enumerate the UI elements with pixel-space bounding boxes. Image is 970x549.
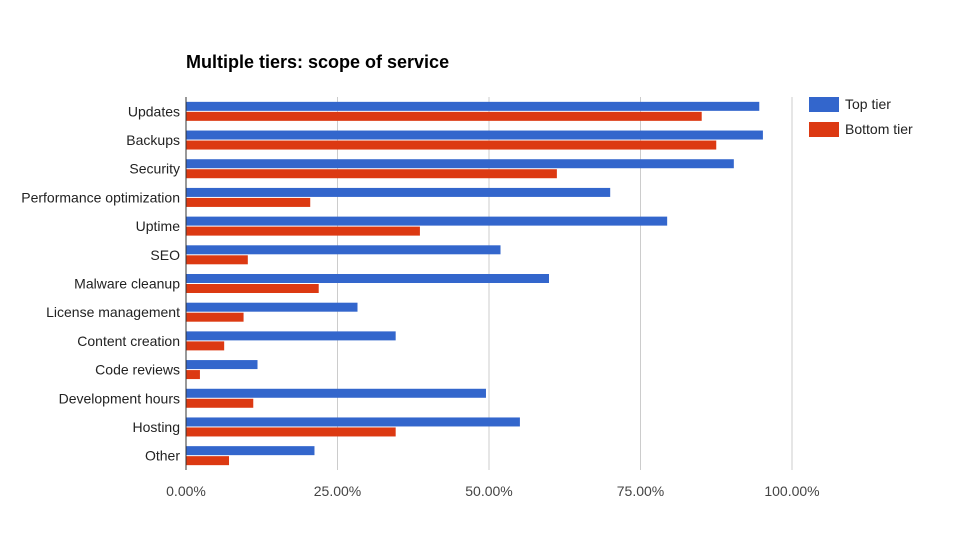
category-label: Performance optimization xyxy=(21,189,180,205)
bar-top-tier xyxy=(186,446,315,456)
legend-swatch xyxy=(809,122,839,137)
bar-top-tier xyxy=(186,302,358,312)
gridlines xyxy=(337,97,793,470)
bar-top-tier xyxy=(186,159,734,169)
category-label: Backups xyxy=(126,132,180,148)
bar-chart: Multiple tiers: scope of service Updates… xyxy=(21,52,913,499)
bar-bottom-tier xyxy=(186,370,200,380)
legend-label: Top tier xyxy=(845,96,891,112)
bar-top-tier xyxy=(186,274,549,283)
category-label: Content creation xyxy=(77,333,180,349)
category-label: Security xyxy=(129,161,180,177)
legend-swatch xyxy=(809,97,839,112)
bar-top-tier xyxy=(186,331,396,341)
category-label: Code reviews xyxy=(95,362,180,378)
bar-bottom-tier xyxy=(186,140,717,150)
x-tick-label: 100.00% xyxy=(764,483,819,499)
category-label: Updates xyxy=(128,103,180,119)
x-tick-label: 50.00% xyxy=(465,483,512,499)
bar-top-tier xyxy=(186,360,258,370)
category-labels: Updates Backups Security Performance optimi… xyxy=(21,103,180,463)
bar-top-tier xyxy=(186,187,611,197)
bar-bottom-tier xyxy=(186,312,244,322)
legend-label: Bottom tier xyxy=(845,121,913,137)
chart-title: Multiple tiers: scope of service xyxy=(186,52,449,72)
x-tick-label: 75.00% xyxy=(617,483,664,499)
x-tick-label: 0.00% xyxy=(166,483,206,499)
bar-bottom-tier xyxy=(186,169,557,179)
legend: Top tier Bottom tier xyxy=(809,96,913,137)
category-label: License management xyxy=(46,304,180,320)
bar-top-tier xyxy=(186,388,486,398)
bar-bottom-tier xyxy=(186,111,702,121)
category-label: Other xyxy=(145,448,180,464)
x-tick-labels: 0.00% 25.00% 50.00% 75.00% 100.00% xyxy=(166,483,819,499)
category-label: Malware cleanup xyxy=(74,276,180,292)
bars xyxy=(186,101,763,466)
bar-bottom-tier xyxy=(186,427,396,437)
x-tick-label: 25.00% xyxy=(314,483,361,499)
bar-bottom-tier xyxy=(186,398,254,408)
bar-bottom-tier xyxy=(186,197,311,207)
bar-bottom-tier xyxy=(186,456,230,466)
bar-top-tier xyxy=(186,101,760,111)
bar-top-tier xyxy=(186,417,520,427)
bar-top-tier xyxy=(186,216,668,226)
category-label: SEO xyxy=(150,247,180,263)
bar-top-tier xyxy=(186,245,501,255)
bar-bottom-tier xyxy=(186,341,225,351)
category-label: Development hours xyxy=(59,390,180,406)
bar-bottom-tier xyxy=(186,226,420,236)
bar-bottom-tier xyxy=(186,284,319,293)
category-label: Uptime xyxy=(136,218,181,234)
bar-top-tier xyxy=(186,130,763,140)
category-label: Hosting xyxy=(133,419,180,435)
bar-bottom-tier xyxy=(186,255,248,265)
